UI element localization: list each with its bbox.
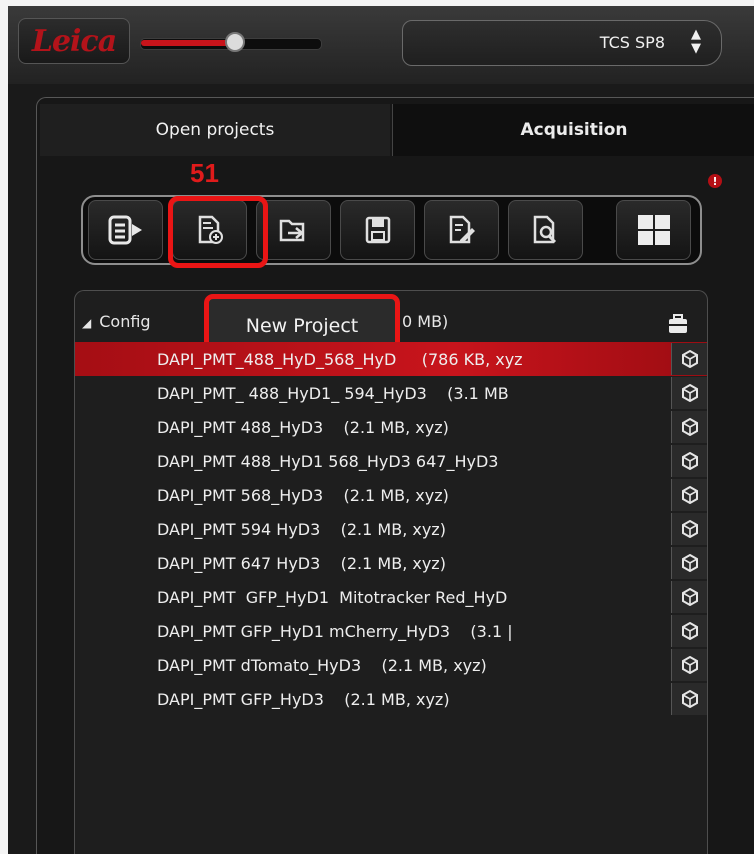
header-slider[interactable] [140, 32, 322, 52]
tree-root-size: 0 MB) [402, 312, 449, 331]
tree-root-node[interactable]: ◢ Config [82, 312, 151, 331]
experiment-row-label: DAPI_PMT 488_HyD3 (2.1 MB, xyz) [157, 418, 449, 437]
cube-icon[interactable] [671, 581, 707, 613]
layout-grid-button[interactable] [616, 200, 691, 260]
experiment-row-label: DAPI_PMT GFP_HyD1 mCherry_HyD3 (3.1 | [157, 622, 513, 641]
experiment-row-label: DAPI_PMT GFP_HyD1 Mitotracker Red_HyD [157, 588, 508, 607]
tooltip-text: New Project [245, 315, 359, 337]
export-list-button[interactable] [88, 200, 163, 260]
experiment-row-label: DAPI_PMT 488_HyD1 568_HyD3 647_HyD3 [157, 452, 499, 471]
slider-handle[interactable] [224, 32, 245, 52]
logo-text: Leica [31, 23, 117, 59]
annotation-highlight-box [168, 196, 268, 268]
open-project-icon [278, 215, 310, 245]
experiment-row-label: DAPI_PMT 568_HyD3 (2.1 MB, xyz) [157, 486, 449, 505]
info-alert-icon[interactable]: ! [708, 174, 722, 188]
screen-edge-left [0, 0, 8, 854]
experiment-row[interactable]: DAPI_PMT 488_HyD1 568_HyD3 647_HyD3 [75, 444, 707, 478]
annotation-step-number: 51 [190, 158, 219, 188]
cube-icon[interactable] [671, 377, 707, 409]
experiment-row-label: DAPI_PMT_ 488_HyD1_ 594_HyD3 (3.1 MB [157, 384, 509, 403]
tab-label: Acquisition [520, 120, 628, 140]
tab-open-projects[interactable]: Open projects [40, 104, 390, 156]
experiment-row[interactable]: DAPI_PMT dTomato_HyD3 (2.1 MB, xyz) [75, 648, 707, 682]
experiment-row[interactable]: DAPI_PMT GFP_HyD1 Mitotracker Red_HyD [75, 580, 707, 614]
experiment-row[interactable]: DAPI_PMT GFP_HyD3 (2.1 MB, xyz) [75, 682, 707, 716]
save-as-button[interactable] [424, 200, 499, 260]
experiment-row[interactable]: DAPI_PMT GFP_HyD1 mCherry_HyD3 (3.1 | [75, 614, 707, 648]
experiment-row[interactable]: DAPI_PMT_ 488_HyD1_ 594_HyD3 (3.1 MB [75, 376, 707, 410]
cube-icon[interactable] [671, 683, 707, 715]
export-list-icon [108, 215, 144, 245]
experiment-row-label: DAPI_PMT_488_HyD_568_HyD (786 KB, xyz [157, 350, 523, 369]
briefcase-icon[interactable] [666, 312, 690, 336]
experiment-row[interactable]: DAPI_PMT_488_HyD_568_HyD (786 KB, xyz [75, 342, 707, 376]
updown-arrows-icon: ▲ ▼ [691, 27, 701, 56]
find-button[interactable] [508, 200, 583, 260]
cube-icon[interactable] [671, 615, 707, 647]
experiment-row[interactable]: DAPI_PMT 488_HyD3 (2.1 MB, xyz) [75, 410, 707, 444]
experiment-row-label: DAPI_PMT dTomato_HyD3 (2.1 MB, xyz) [157, 656, 487, 675]
save-icon [365, 216, 391, 244]
experiment-row[interactable]: DAPI_PMT 568_HyD3 (2.1 MB, xyz) [75, 478, 707, 512]
experiment-row[interactable]: DAPI_PMT 594 HyD3 (2.1 MB, xyz) [75, 512, 707, 546]
save-as-icon [448, 215, 476, 245]
layout-grid-icon [637, 214, 671, 246]
cube-icon[interactable] [671, 547, 707, 579]
cube-icon[interactable] [671, 479, 707, 511]
experiment-row-label: DAPI_PMT GFP_HyD3 (2.1 MB, xyz) [157, 690, 450, 709]
save-button[interactable] [340, 200, 415, 260]
cube-icon[interactable] [671, 649, 707, 681]
cube-icon[interactable] [671, 343, 707, 375]
collapse-triangle-icon[interactable]: ◢ [82, 316, 91, 330]
cube-icon[interactable] [671, 513, 707, 545]
leica-logo: Leica [18, 18, 130, 64]
experiment-row-label: DAPI_PMT 594 HyD3 (2.1 MB, xyz) [157, 520, 446, 539]
machine-select[interactable]: TCS SP8 ▲ ▼ [402, 20, 722, 66]
experiment-row-label: DAPI_PMT 647 HyD3 (2.1 MB, xyz) [157, 554, 446, 573]
machine-select-value: TCS SP8 [599, 33, 665, 52]
tree-root-label: Config [99, 312, 151, 331]
experiment-row[interactable]: DAPI_PMT 647 HyD3 (2.1 MB, xyz) [75, 546, 707, 580]
tab-acquisition[interactable]: Acquisition [392, 104, 754, 156]
cube-icon[interactable] [671, 411, 707, 443]
find-icon [532, 215, 560, 245]
tab-label: Open projects [155, 120, 275, 140]
slider-fill [141, 40, 235, 46]
cube-icon[interactable] [671, 445, 707, 477]
